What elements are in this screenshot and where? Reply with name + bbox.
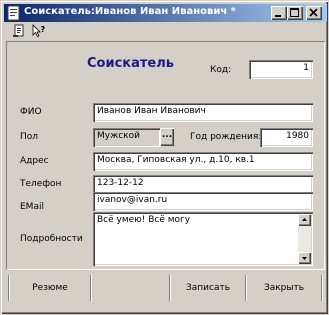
gender-select-button[interactable]: ... [160,128,174,146]
button-bar: Резюме Записать Закрыть [6,273,325,303]
svg-text:?: ? [41,25,46,34]
title-bar[interactable]: Соискатель:Иванов Иван Иванович * [4,4,327,22]
address-label: Адрес [20,156,49,166]
fio-label: ФИО [20,107,42,117]
code-label: Код: [210,65,232,75]
minimize-button[interactable] [271,6,287,20]
fio-field[interactable]: Иванов Иван Иванович [93,103,313,122]
button-separator [90,275,92,301]
document-properties-icon[interactable] [12,24,26,38]
gender-label: Пол [20,132,39,142]
save-button[interactable]: Записать [173,276,243,300]
scroll-down-button[interactable] [298,252,311,264]
resume-button[interactable]: Резюме [12,276,88,300]
birth-year-field[interactable]: 1980 [260,128,313,147]
help-cursor-icon[interactable]: ? [32,24,46,38]
button-separator [321,275,323,301]
close-button[interactable]: Закрыть [249,276,319,300]
email-label: EMail [20,202,44,212]
arrow-down-icon [302,257,307,260]
details-text: Всё умею! Всё могу [97,215,191,225]
app-window: Соискатель:Иванов Иван Иванович * ? Соис… [0,0,329,315]
address-field[interactable]: Москва, Гиповская ул., д.10, кв.1 [93,152,313,171]
maximize-button[interactable] [287,6,303,20]
toolbar: ? [4,23,327,39]
gender-field[interactable]: Мужской [93,128,160,147]
app-icon [6,5,22,21]
email-field[interactable]: ivanov@ivan.ru [93,192,313,211]
arrow-up-icon [302,218,307,221]
button-separator [245,275,247,301]
details-scrollbar[interactable] [298,214,311,264]
details-textarea[interactable]: Всё умею! Всё могу [93,212,313,266]
form-heading: Соискатель [87,56,174,71]
birth-year-label: Год рождения: [190,132,262,142]
window-title: Соискатель:Иванов Иван Иванович * [24,6,236,17]
close-window-button[interactable] [306,6,322,20]
details-label: Подробности [20,234,83,244]
maximize-icon [290,8,299,17]
phone-label: Телефон [20,179,62,189]
button-separator [8,275,10,301]
minimize-icon [275,15,281,17]
close-icon [309,8,318,17]
code-field[interactable]: 1 [249,60,313,79]
button-separator [169,275,171,301]
scroll-up-button[interactable] [298,214,311,226]
